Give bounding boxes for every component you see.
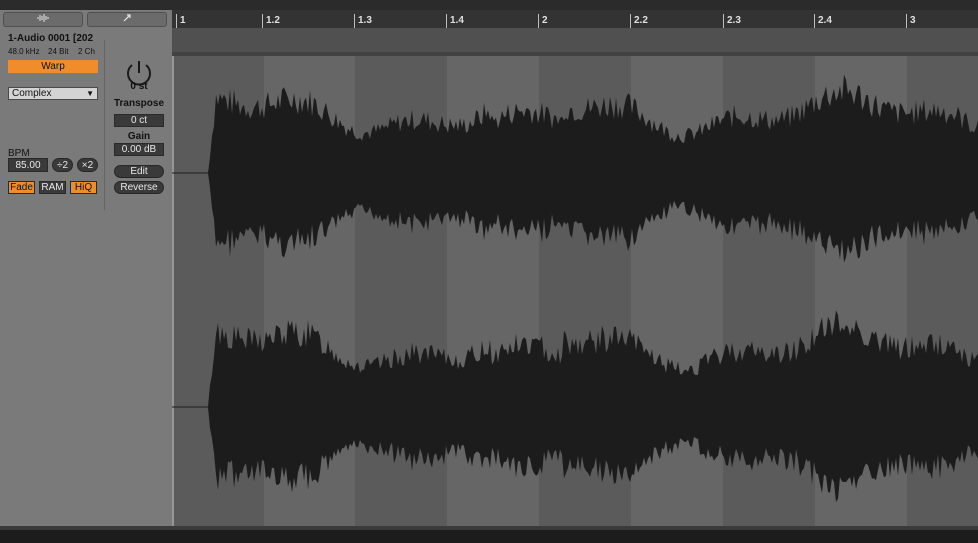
fade-toggle[interactable]: Fade [8,181,35,194]
gain-label: Gain [127,131,151,142]
beat-ruler[interactable]: 1 1.2 1.3 1.4 2 2.2 2.3 2.4 3 [172,10,978,28]
ruler-label: 1.3 [358,15,372,26]
sample-rate: 48.0 kHz [8,47,40,56]
top-bar [0,0,978,10]
ruler-tick [446,14,447,28]
clip-name[interactable]: 1-Audio 0001 [202 [8,33,100,44]
clip-panel: 1-Audio 0001 [202 48.0 kHz 24 Bit 2 Ch W… [0,10,172,526]
bpm-field[interactable]: 85.00 [8,158,48,172]
ruler-label: 2.4 [818,15,832,26]
gain-field[interactable]: 0.00 dB [114,143,164,156]
envelope-icon [122,13,132,26]
ruler-tick [538,14,539,28]
warp-button[interactable]: Warp [8,60,98,73]
warp-mode-select[interactable]: Complex ▼ [8,87,98,100]
reverse-button[interactable]: Reverse [114,181,164,194]
ruler-tick [354,14,355,28]
transpose-label: Transpose [113,98,165,109]
halve-tempo-button[interactable]: ÷2 [52,158,73,172]
ruler-tick [262,14,263,28]
panel-divider [104,40,105,210]
warp-mode-value: Complex [12,88,52,99]
ruler-tick [176,14,177,28]
ruler-label: 2 [542,15,548,26]
channel-count: 2 Ch [78,47,95,56]
ruler-tick [814,14,815,28]
warp-marker-strip[interactable] [172,28,978,52]
waveform-display[interactable] [172,56,978,526]
ruler-tick [906,14,907,28]
chevron-down-icon: ▼ [86,89,94,98]
ram-toggle[interactable]: RAM [39,181,66,194]
bit-depth: 24 Bit [48,47,69,56]
ruler-label: 1.4 [450,15,464,26]
waveform-icon [36,14,50,25]
hiq-toggle[interactable]: HiQ [70,181,97,194]
ruler-label: 2.2 [634,15,648,26]
bottom-bar [0,526,978,543]
sample-editor[interactable]: 1 1.2 1.3 1.4 2 2.2 2.3 2.4 3 [172,10,978,526]
ruler-label: 1.2 [266,15,280,26]
ruler-label: 3 [910,15,916,26]
transpose-value: 0 st [130,81,148,92]
ruler-tick [723,14,724,28]
envelope-view-tab[interactable] [87,12,167,27]
ruler-label: 1 [180,15,186,26]
double-tempo-button[interactable]: ×2 [77,158,98,172]
detune-field[interactable]: 0 ct [114,114,164,127]
clip-view-tab[interactable] [3,12,83,27]
ruler-label: 2.3 [727,15,741,26]
edit-button[interactable]: Edit [114,165,164,178]
ruler-tick [630,14,631,28]
